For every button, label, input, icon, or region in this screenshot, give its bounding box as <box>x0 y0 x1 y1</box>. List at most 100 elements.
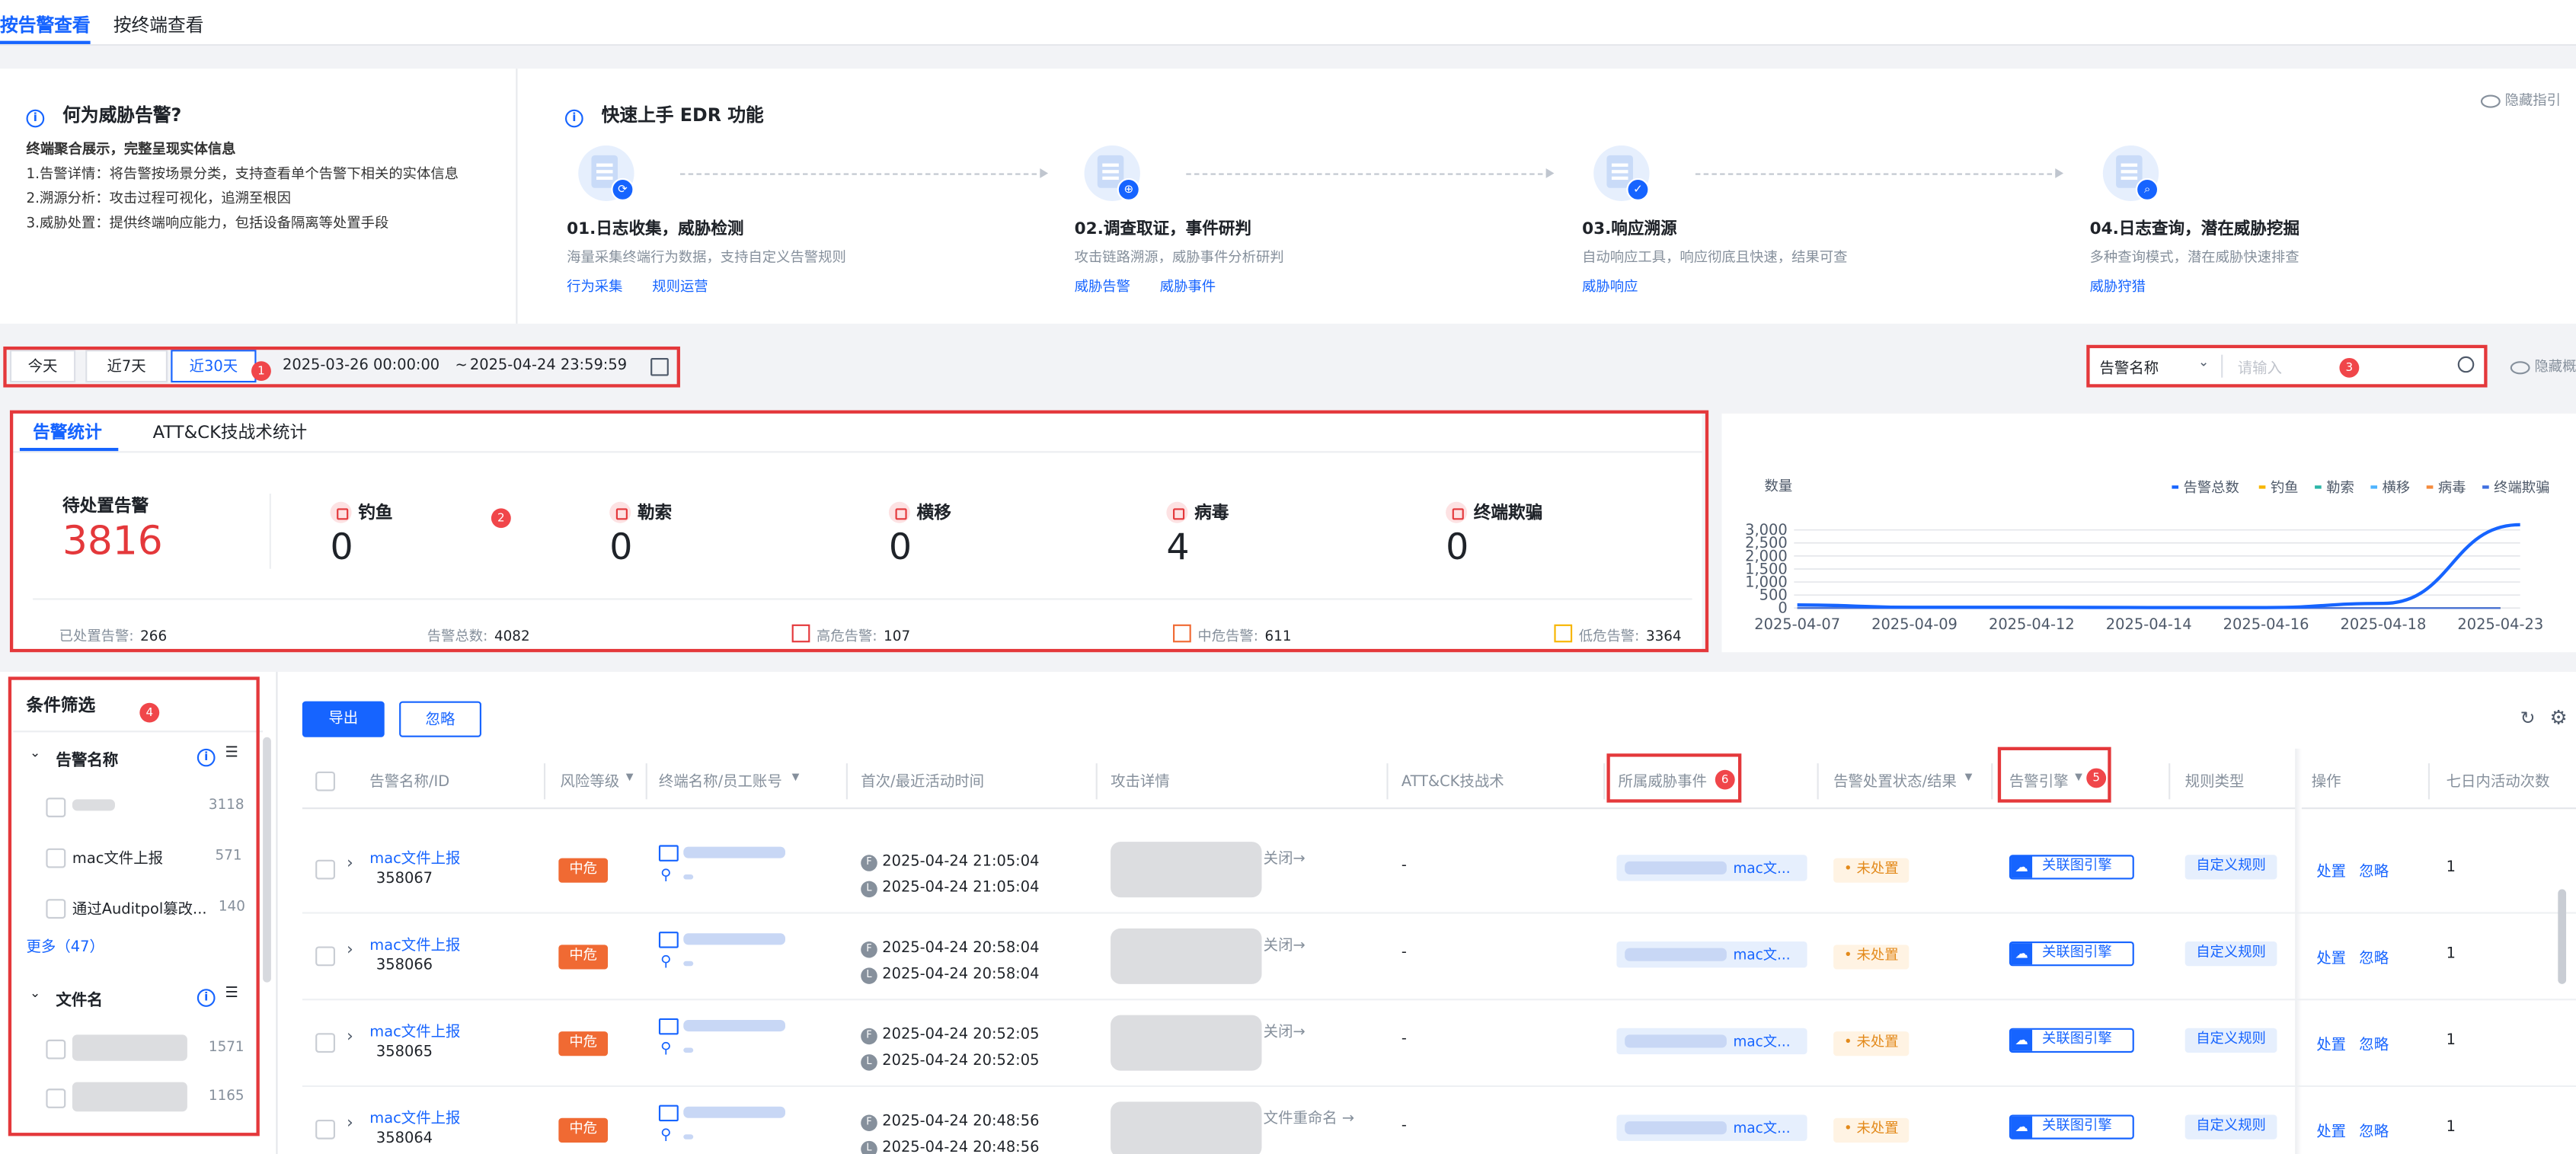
col-separator <box>645 763 647 800</box>
legend-label: 钓鱼 <box>2271 480 2299 496</box>
last-time: L 2025-04-24 20:58:04 <box>861 957 1039 989</box>
filter-icon[interactable]: ▾ <box>792 770 800 786</box>
ignore-row-button[interactable]: 忽略 <box>2359 1120 2389 1140</box>
attck-value: - <box>1401 945 1407 961</box>
monitor-icon <box>658 1104 679 1122</box>
engine-tag[interactable]: ☁ 关联图引擎 <box>2009 941 2134 967</box>
redacted-terminal[interactable] <box>683 846 785 858</box>
expand-chevron-icon[interactable]: › <box>347 941 353 960</box>
alert-id: 358064 <box>376 1130 433 1148</box>
x-tick-label: 2025-04-14 <box>2106 615 2192 633</box>
what-is-threat-alert: i 何为威胁告警? 终端聚合展示，完整呈现实体信息 1.告警详情：将告警按场景分… <box>0 69 518 324</box>
expand-chevron-icon[interactable]: › <box>347 1115 353 1133</box>
link-rule-ops[interactable]: 规则运营 <box>652 277 708 296</box>
sidebar-scrollbar[interactable] <box>263 737 271 983</box>
attack-detail-tail: 文件重命名 → <box>1263 1111 1355 1128</box>
table-scrollbar[interactable] <box>2558 889 2567 984</box>
user-icon: ⚲ <box>660 1127 672 1145</box>
settings-gear-icon[interactable]: ⚙ <box>2550 706 2568 729</box>
x-tick-label: 2025-04-07 <box>1754 615 1840 633</box>
col-separator <box>1603 763 1606 800</box>
col-separator <box>1386 763 1389 800</box>
redacted-attack-detail <box>1111 1015 1262 1071</box>
col-operations: 操作 <box>2311 775 2341 791</box>
link-threat-response[interactable]: 威胁响应 <box>1582 277 1638 296</box>
threat-event-tag[interactable]: mac文... <box>1616 941 1807 968</box>
expand-chevron-icon[interactable]: › <box>347 1028 353 1047</box>
trend-chart-card: 数量 3,000 2,500 2,000 1,500 1,000 500 0 2025-04-… <box>1721 413 2576 653</box>
col-separator <box>845 763 848 800</box>
x-tick-label: 2025-04-18 <box>2341 615 2427 633</box>
filter-icon[interactable]: ▾ <box>626 770 634 786</box>
tab-alert-view[interactable]: 按告警查看 <box>0 11 91 37</box>
link-threat-event[interactable]: 威胁事件 <box>1160 277 1216 296</box>
info-icon: i <box>564 109 583 128</box>
handle-button[interactable]: 处置 <box>2316 1120 2346 1140</box>
x-tick-label: 2025-04-09 <box>1871 615 1958 633</box>
step-arrow <box>1695 168 2064 178</box>
refresh-icon[interactable]: ↻ <box>2520 708 2536 729</box>
alert-id: 358065 <box>376 1044 433 1061</box>
select-all-checkbox[interactable] <box>315 771 336 791</box>
ignore-row-button[interactable]: 忽略 <box>2359 946 2389 967</box>
redacted-attack-detail <box>1111 1101 1262 1154</box>
highlight-box-2 <box>9 410 1709 653</box>
threat-event-tag[interactable]: mac文... <box>1616 1114 1807 1141</box>
handle-button[interactable]: 处置 <box>2316 946 2346 967</box>
active-tab-underline <box>0 40 91 44</box>
y-tick-label: 0 <box>1778 599 1787 617</box>
first-time-icon: F <box>861 854 877 871</box>
row-checkbox[interactable] <box>315 946 336 967</box>
row-checkbox[interactable] <box>315 1033 336 1053</box>
expand-chevron-icon[interactable]: › <box>347 855 353 873</box>
link-threat-hunting[interactable]: 威胁狩猎 <box>2090 277 2146 296</box>
alert-name-link[interactable]: mac文件上报 <box>369 1107 460 1127</box>
step-arrow <box>679 168 1049 178</box>
row-checkbox[interactable] <box>315 859 336 880</box>
row-checkbox[interactable] <box>315 1119 336 1140</box>
legend-label: 横移 <box>2383 480 2411 496</box>
hide-overview-button[interactable]: 隐藏概 <box>2510 356 2576 376</box>
legend-label: 勒索 <box>2326 480 2354 496</box>
ignore-row-button[interactable]: 忽略 <box>2359 860 2389 881</box>
step-title: 02.调查取证，事件研判 <box>1074 220 1251 239</box>
threat-event-tag[interactable]: mac文... <box>1616 855 1807 881</box>
engine-tag[interactable]: ☁ 关联图引擎 <box>2009 855 2134 880</box>
attck-value: - <box>1401 1117 1407 1135</box>
status-badge: • 未处置 <box>1833 1031 1910 1057</box>
redacted-terminal[interactable] <box>683 1020 785 1032</box>
step-title: 03.响应溯源 <box>1582 220 1677 239</box>
last-time: L 2025-04-24 21:05:04 <box>861 871 1039 903</box>
attack-detail-tail: 关闭→ <box>1263 1025 1306 1041</box>
handle-button[interactable]: 处置 <box>2316 1033 2346 1054</box>
trend-line-chart: 3,0002,5002,0001,5001,00050002025-04-07 2… <box>1745 480 2549 633</box>
step-title: 01.日志收集，威胁检测 <box>567 220 744 239</box>
redacted-account <box>683 874 694 880</box>
user-icon: ⚲ <box>660 1041 672 1058</box>
x-tick-label: 2025-04-12 <box>1989 615 2075 633</box>
engine-tag[interactable]: ☁ 关联图引擎 <box>2009 1028 2134 1053</box>
alert-name-link[interactable]: mac文件上报 <box>369 847 460 868</box>
ignore-button[interactable]: 忽略 <box>399 701 481 737</box>
status-badge: • 未处置 <box>1833 945 1910 970</box>
col-separator <box>1095 763 1098 800</box>
export-button[interactable]: 导出 <box>302 701 385 737</box>
handle-button[interactable]: 处置 <box>2316 860 2346 881</box>
hide-guide-button[interactable]: 隐藏指引 <box>2480 90 2561 110</box>
rule-type-tag: 自定义规则 <box>2184 1028 2277 1053</box>
threat-event-tag[interactable]: mac文... <box>1616 1028 1807 1055</box>
redacted-terminal[interactable] <box>683 1106 785 1118</box>
last-time: L 2025-04-24 20:48:56 <box>861 1131 1039 1154</box>
rule-type-tag: 自定义规则 <box>2184 855 2277 880</box>
engine-icon: ☁ <box>2011 856 2033 878</box>
alert-name-link[interactable]: mac文件上报 <box>369 933 460 954</box>
ignore-row-button[interactable]: 忽略 <box>2359 1033 2389 1054</box>
link-behavior-collection[interactable]: 行为采集 <box>567 277 622 296</box>
alert-name-link[interactable]: mac文件上报 <box>369 1020 460 1041</box>
filter-icon[interactable]: ▾ <box>1965 770 1973 786</box>
tab-terminal-view[interactable]: 按终端查看 <box>113 11 204 37</box>
redacted-terminal[interactable] <box>683 933 785 945</box>
engine-tag[interactable]: ☁ 关联图引擎 <box>2009 1114 2134 1140</box>
link-threat-alert[interactable]: 威胁告警 <box>1075 277 1130 296</box>
col-attack: 攻击详情 <box>1111 775 1170 791</box>
